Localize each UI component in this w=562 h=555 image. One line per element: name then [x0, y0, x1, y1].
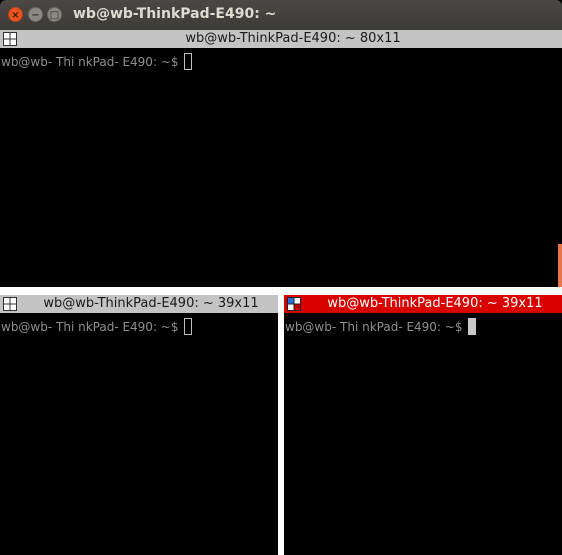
pane-grid-icon[interactable]	[3, 32, 17, 46]
pane-divider-horizontal[interactable]	[0, 287, 562, 295]
pane-top-title: wb@wb-ThinkPad-E490: ~ 80x11	[185, 31, 401, 46]
terminal-prompt-line: wb@wb- Thi nkPad- E490: ~$	[285, 318, 476, 335]
close-icon[interactable]: ×	[8, 7, 23, 22]
scrollbar-marker[interactable]	[558, 244, 562, 287]
terminal-prompt-line: wb@wb- Thi nkPad- E490: ~$	[1, 318, 192, 335]
window-title: wb@wb-ThinkPad-E490: ~	[73, 6, 277, 22]
pane-bottom-right-titlebar[interactable]: wb@wb-ThinkPad-E490: ~ 39x11	[284, 295, 562, 313]
terminal-pane-bottom-left[interactable]: wb@wb- Thi nkPad- E490: ~$	[0, 313, 278, 555]
prompt-text: wb@wb- Thi nkPad- E490: ~$	[285, 319, 463, 334]
window-titlebar[interactable]: × − □ wb@wb-ThinkPad-E490: ~	[0, 0, 562, 30]
cursor	[183, 318, 192, 335]
pane-bottom-left-titlebar[interactable]: wb@wb-ThinkPad-E490: ~ 39x11	[0, 295, 278, 313]
cursor	[467, 318, 476, 335]
pane-bottom-right-title: wb@wb-ThinkPad-E490: ~ 39x11	[327, 296, 543, 311]
minimize-icon[interactable]: −	[28, 7, 43, 22]
terminal-pane-top[interactable]: wb@wb- Thi nkPad- E490: ~$	[0, 48, 562, 287]
pane-grid-icon[interactable]	[3, 297, 17, 311]
prompt-text: wb@wb- Thi nkPad- E490: ~$	[1, 319, 179, 334]
pane-grid-icon[interactable]	[287, 297, 301, 311]
pane-top-titlebar[interactable]: wb@wb-ThinkPad-E490: ~ 80x11	[0, 30, 562, 48]
maximize-icon[interactable]: □	[47, 7, 62, 22]
terminal-pane-bottom-right[interactable]: wb@wb- Thi nkPad- E490: ~$	[284, 313, 562, 555]
terminal-prompt-line: wb@wb- Thi nkPad- E490: ~$	[1, 53, 192, 70]
prompt-text: wb@wb- Thi nkPad- E490: ~$	[1, 54, 179, 69]
cursor	[183, 53, 192, 70]
pane-bottom-left-title: wb@wb-ThinkPad-E490: ~ 39x11	[43, 296, 259, 311]
